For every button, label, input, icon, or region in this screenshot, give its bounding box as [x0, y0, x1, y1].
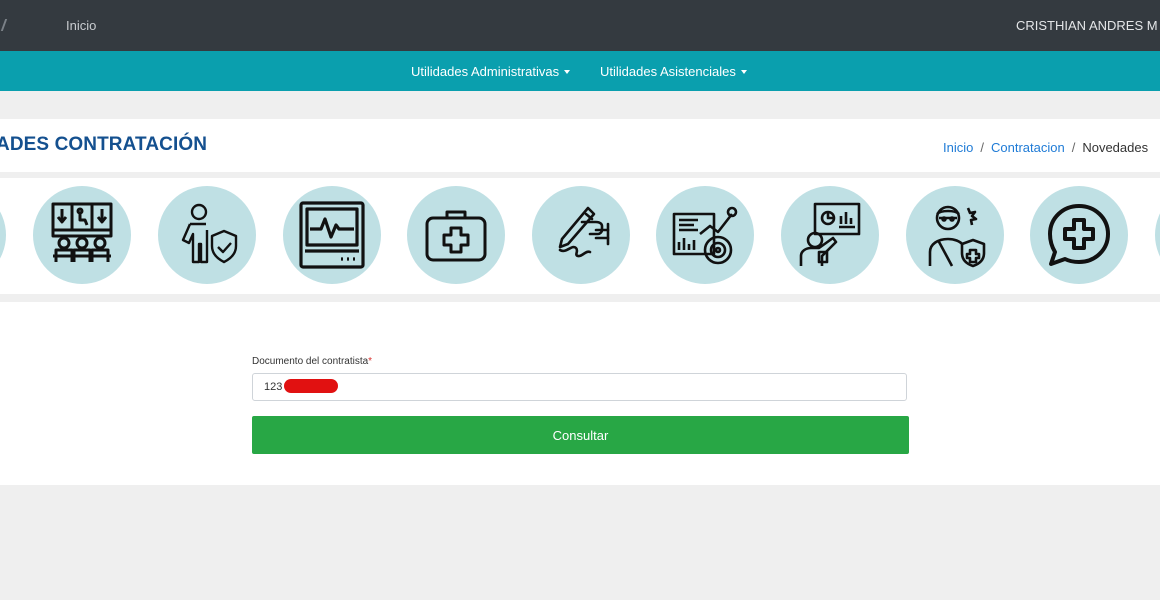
- menu-item-label: Utilidades Administrativas: [411, 64, 560, 79]
- medical-chat-icon: [1048, 204, 1110, 266]
- module-icon-strip: [0, 178, 1160, 294]
- module-first-aid[interactable]: [407, 186, 505, 284]
- injured-patient-icon: [928, 205, 986, 268]
- module-heart-monitor[interactable]: [283, 186, 381, 284]
- module-analytics[interactable]: [656, 186, 754, 284]
- consult-button[interactable]: Consultar: [252, 416, 909, 454]
- caret-down-icon: [564, 70, 571, 74]
- user-menu[interactable]: CRISTHIAN ANDRES M: [1016, 18, 1158, 33]
- menu-item-label: Utilidades Asistenciales: [600, 64, 736, 79]
- security-guard-icon: [181, 203, 238, 264]
- heart-monitor-icon: [299, 201, 365, 269]
- analytics-dashboard-icon: [672, 206, 738, 265]
- menu-utilidades-administrativas[interactable]: Utilidades Administrativas: [411, 64, 571, 79]
- page-header: ADES CONTRATACIÓN Inicio / Contratacion / No…: [0, 119, 1160, 172]
- redaction-mark: [284, 379, 338, 393]
- breadcrumb-separator: /: [980, 140, 984, 155]
- caret-down-icon: [740, 70, 747, 74]
- menu-toggle-icon[interactable]: [0, 19, 8, 31]
- menu-utilidades-asistenciales[interactable]: Utilidades Asistenciales: [600, 64, 747, 79]
- nav-home-link[interactable]: Inicio: [66, 18, 96, 33]
- document-input[interactable]: [252, 373, 907, 401]
- waiting-room-icon: [51, 202, 113, 262]
- module-signature[interactable]: [532, 186, 630, 284]
- module-partial-left[interactable]: [0, 186, 6, 284]
- breadcrumb-home-link[interactable]: Inicio: [943, 140, 973, 155]
- breadcrumb-current: Novedades: [1082, 140, 1149, 155]
- signature-icon: [558, 206, 610, 258]
- breadcrumb-section-link[interactable]: Contratacion: [991, 140, 1065, 155]
- module-waiting-room[interactable]: [33, 186, 131, 284]
- breadcrumb: Inicio / Contratacion / Novedades: [943, 140, 1148, 155]
- page-title: ADES CONTRATACIÓN: [0, 134, 208, 155]
- presentation-icon: [799, 202, 861, 266]
- module-presentation[interactable]: [781, 186, 879, 284]
- first-aid-kit-icon: [425, 210, 487, 262]
- document-label: Documento del contratista*: [252, 356, 372, 367]
- breadcrumb-separator: /: [1071, 140, 1076, 155]
- main-menu-bar: Utilidades Administrativas Utilidades As…: [0, 51, 1160, 91]
- top-navbar: Inicio CRISTHIAN ANDRES M: [0, 0, 1160, 51]
- consult-form: Documento del contratista* Consultar: [0, 302, 1160, 485]
- module-security-guard[interactable]: [158, 186, 256, 284]
- required-marker: *: [368, 356, 373, 367]
- document-label-text: Documento del contratista: [252, 356, 369, 367]
- module-injured-patient[interactable]: [906, 186, 1004, 284]
- module-medical-chat[interactable]: [1030, 186, 1128, 284]
- module-partial-right[interactable]: [1155, 186, 1160, 284]
